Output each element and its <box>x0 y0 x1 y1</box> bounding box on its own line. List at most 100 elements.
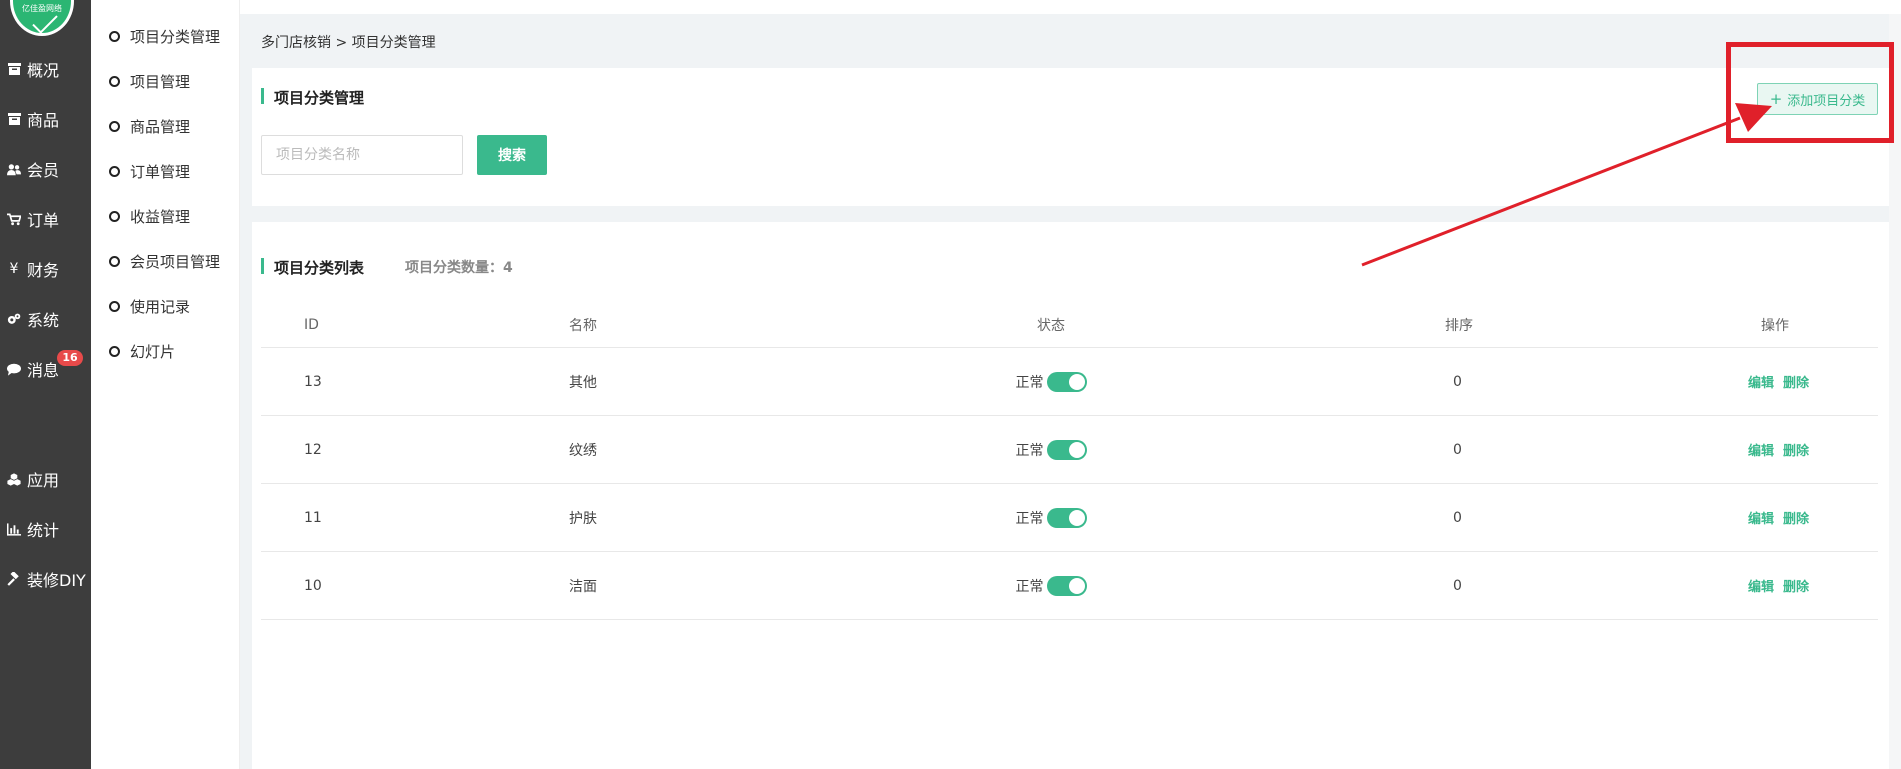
nav-item-label: 统计 <box>27 521 60 540</box>
circle-icon <box>109 345 120 357</box>
category-name-search-input[interactable] <box>261 135 463 175</box>
table-row: 11 护肤 正常 0 编辑 删除 <box>261 484 1878 552</box>
page-scrollbar[interactable] <box>1889 14 1901 769</box>
subnav-item-project-management[interactable]: 项目管理 <box>109 70 190 92</box>
cart-icon <box>7 212 21 226</box>
subnav-item-usage-records[interactable]: 使用记录 <box>109 295 190 317</box>
column-header-actions: 操作 <box>1761 317 1789 334</box>
subnav-item-label: 订单管理 <box>130 162 191 181</box>
nav-item-finance[interactable]: ¥ 财务 <box>0 254 91 284</box>
subnav-item-category-management[interactable]: 项目分类管理 <box>109 25 220 47</box>
category-count: 项目分类数量：4 <box>405 260 513 276</box>
message-count-badge: 16 <box>57 350 83 366</box>
subnav-item-member-project-management[interactable]: 会员项目管理 <box>109 250 220 272</box>
category-table: ID 名称 状态 排序 操作 13 其他 正常 0 编辑 删除 12 纹绣 正常 … <box>261 302 1878 620</box>
add-category-label: 添加项目分类 <box>1787 93 1866 109</box>
archive-icon <box>7 62 21 76</box>
row-sort: 0 <box>1453 577 1462 594</box>
column-header-status: 状态 <box>1037 317 1065 334</box>
nav-item-label: 订单 <box>27 211 60 230</box>
add-category-button[interactable]: + 添加项目分类 <box>1757 83 1878 115</box>
subnav-item-revenue-management[interactable]: 收益管理 <box>109 205 190 227</box>
row-sort: 0 <box>1453 509 1462 526</box>
status-toggle[interactable] <box>1046 439 1087 460</box>
delete-link[interactable]: 删除 <box>1783 508 1809 527</box>
bar-chart-icon <box>7 522 21 536</box>
column-header-sort: 排序 <box>1445 317 1473 334</box>
delete-link[interactable]: 删除 <box>1783 372 1809 391</box>
status-text: 正常 <box>1015 578 1044 595</box>
row-name: 纹绣 <box>569 442 597 459</box>
circle-icon <box>109 75 120 87</box>
nav-item-goods[interactable]: 商品 <box>0 104 91 134</box>
nav-item-messages[interactable]: 消息 16 <box>0 350 91 384</box>
delete-link[interactable]: 删除 <box>1783 440 1809 459</box>
row-id: 13 <box>304 373 322 390</box>
nav-item-label: 商品 <box>27 111 60 130</box>
gavel-icon <box>7 571 21 586</box>
edit-link[interactable]: 编辑 <box>1748 440 1774 459</box>
breadcrumb: 多门店核销 > 项目分类管理 <box>261 35 436 51</box>
circle-icon <box>109 210 120 222</box>
nav-item-decoration-diy[interactable]: 装修DIY <box>0 564 91 594</box>
nav-item-label: 概况 <box>27 61 60 80</box>
edit-link[interactable]: 编辑 <box>1748 372 1774 391</box>
list-section-title: 项目分类列表 <box>261 257 364 278</box>
manage-section-title: 项目分类管理 <box>261 87 364 108</box>
nav-item-members[interactable]: 会员 <box>0 154 91 184</box>
edit-link[interactable]: 编辑 <box>1748 508 1774 527</box>
nav-item-apps[interactable]: 应用 <box>0 464 91 494</box>
category-manage-panel: 项目分类管理 + 添加项目分类 搜索 <box>252 68 1889 206</box>
toggle-knob <box>1068 373 1085 390</box>
row-status: 正常 <box>981 416 1121 483</box>
nav-item-label: 装修DIY <box>27 571 86 590</box>
brand-logo[interactable]: 亿佳盈网络 <box>10 0 74 36</box>
nav-item-statistics[interactable]: 统计 <box>0 514 91 544</box>
status-toggle[interactable] <box>1046 575 1087 596</box>
main-nav: 亿佳盈网络 概况 商品 会员 订单 ¥ 财务 系统 消息 16 应用 统计 装修… <box>0 0 91 769</box>
circle-icon <box>109 120 120 132</box>
subnav-item-label: 幻灯片 <box>130 342 176 361</box>
row-status: 正常 <box>981 484 1121 551</box>
subnav-item-goods-management[interactable]: 商品管理 <box>109 115 190 137</box>
plus-icon: + <box>1769 90 1783 108</box>
edit-link[interactable]: 编辑 <box>1748 576 1774 595</box>
users-icon <box>7 162 21 176</box>
chat-icon <box>7 362 21 376</box>
toggle-knob <box>1068 509 1085 526</box>
row-sort: 0 <box>1453 441 1462 458</box>
toggle-knob <box>1068 577 1085 594</box>
row-id: 11 <box>304 509 322 526</box>
box-icon <box>7 112 21 126</box>
circle-icon <box>109 255 120 267</box>
sub-nav: 项目分类管理 项目管理 商品管理 订单管理 收益管理 会员项目管理 使用记录 幻… <box>91 0 240 769</box>
row-id: 10 <box>304 577 322 594</box>
nav-item-overview[interactable]: 概况 <box>0 54 91 84</box>
nav-item-system[interactable]: 系统 <box>0 304 91 334</box>
row-name: 护肤 <box>569 510 597 527</box>
circle-icon <box>109 165 120 177</box>
yen-icon: ¥ <box>9 261 19 277</box>
delete-link[interactable]: 删除 <box>1783 576 1809 595</box>
search-button[interactable]: 搜索 <box>477 135 547 175</box>
nav-item-label: 系统 <box>27 311 60 330</box>
row-id: 12 <box>304 441 322 458</box>
subnav-item-label: 商品管理 <box>130 117 191 136</box>
status-text: 正常 <box>1015 374 1044 391</box>
subnav-item-label: 项目管理 <box>130 72 191 91</box>
subnav-item-slideshow[interactable]: 幻灯片 <box>109 340 175 362</box>
row-name: 洁面 <box>569 578 597 595</box>
subnav-item-label: 使用记录 <box>130 297 191 316</box>
table-row: 10 洁面 正常 0 编辑 删除 <box>261 552 1878 620</box>
table-row: 12 纹绣 正常 0 编辑 删除 <box>261 416 1878 484</box>
column-header-id: ID <box>304 316 319 333</box>
circle-icon <box>109 300 120 312</box>
nav-item-orders[interactable]: 订单 <box>0 204 91 234</box>
status-text: 正常 <box>1015 442 1044 459</box>
status-toggle[interactable] <box>1046 507 1087 528</box>
subnav-item-order-management[interactable]: 订单管理 <box>109 160 190 182</box>
subnav-item-label: 收益管理 <box>130 207 191 226</box>
status-toggle[interactable] <box>1046 371 1087 392</box>
row-name: 其他 <box>569 374 597 391</box>
status-text: 正常 <box>1015 510 1044 527</box>
